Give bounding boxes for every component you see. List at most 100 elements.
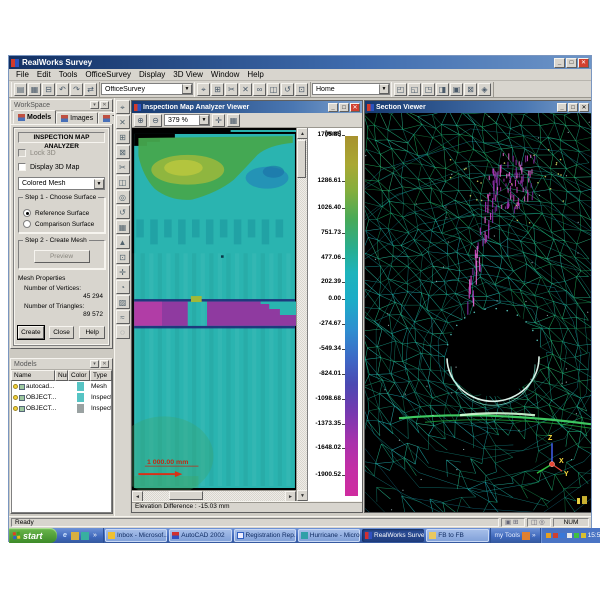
rotate-tool-icon[interactable]: ↺ — [116, 205, 130, 219]
tray-icon[interactable] — [553, 533, 558, 538]
mesh-tool-icon[interactable]: ▦ — [116, 220, 130, 234]
select-icon[interactable]: ⊞ — [211, 83, 224, 96]
clear-icon[interactable]: ✕ — [239, 83, 252, 96]
nav-combo[interactable]: Home ▼ — [312, 83, 390, 95]
minimize-button[interactable]: _ — [328, 103, 338, 112]
bulb-icon[interactable] — [13, 406, 18, 411]
taskbar-task-button[interactable]: Registration Rep... — [234, 529, 296, 542]
tool-icon[interactable] — [522, 532, 530, 540]
model-row[interactable]: OBJECT...Inspectio — [12, 403, 111, 414]
cut-plane-icon[interactable]: ✂ — [225, 83, 238, 96]
link-icon[interactable]: ∞ — [253, 83, 266, 96]
column-type[interactable]: Type — [90, 370, 112, 381]
tab[interactable]: Models — [13, 110, 56, 124]
taskbar-task-button[interactable]: FB to FB — [426, 529, 488, 542]
tray-icon[interactable] — [560, 533, 565, 538]
taskbar-task-button[interactable]: Hurricane - Micro... — [298, 529, 360, 542]
tray-icon[interactable] — [574, 533, 579, 538]
model-row[interactable]: OBJECT...Inspectio — [12, 392, 111, 403]
column-name[interactable]: Name — [11, 370, 55, 381]
split-icon[interactable]: ◨ — [436, 83, 449, 96]
save-icon[interactable]: ▦ — [28, 83, 41, 96]
measure-icon[interactable]: ◫ — [267, 83, 280, 96]
menu-item[interactable]: OfficeSurvey — [81, 70, 135, 79]
tab[interactable]: Images — [56, 112, 98, 124]
refresh-icon[interactable]: ⇄ — [84, 83, 97, 96]
delete-tool-icon[interactable]: ✕ — [116, 115, 130, 129]
menu-item[interactable]: 3D View — [169, 70, 207, 79]
model-row[interactable]: autocad...Mesh — [12, 381, 111, 392]
orbit-icon[interactable]: ↺ — [281, 83, 294, 96]
marker-tool-icon[interactable]: ▲ — [116, 235, 130, 249]
menu-item[interactable]: Tools — [55, 70, 82, 79]
chevron-down-icon[interactable]: ▼ — [94, 179, 104, 189]
zoom-level-combo[interactable]: 379 % ▼ — [164, 114, 210, 126]
close-button[interactable]: Close — [49, 326, 75, 339]
column-color[interactable]: Color — [68, 370, 90, 381]
bulb-icon[interactable] — [13, 395, 18, 400]
taskbar-task-button[interactable]: RealWorks Survey — [362, 529, 424, 542]
menu-item[interactable]: File — [12, 70, 33, 79]
mode-combo[interactable]: OfficeSurvey ▼ — [101, 83, 193, 95]
display-3d-map-checkbox[interactable] — [18, 163, 26, 171]
close-all-icon[interactable]: ⊠ — [464, 83, 477, 96]
dot-tool-icon[interactable]: ◌ — [116, 325, 130, 339]
ie-icon[interactable]: e — [61, 532, 69, 540]
menu-item[interactable]: Window — [207, 70, 243, 79]
views-icon[interactable]: ▣ — [450, 83, 463, 96]
target-icon[interactable]: ⌖ — [197, 83, 210, 96]
move-tool-icon[interactable]: ✛ — [116, 265, 130, 279]
desktop-icon[interactable] — [71, 532, 79, 540]
undo-icon[interactable]: ↶ — [56, 83, 69, 96]
create-button[interactable]: Create — [18, 326, 44, 339]
more-icons-chevron[interactable]: » — [532, 532, 536, 539]
minimize-button[interactable]: _ — [554, 58, 565, 68]
scrollbar-thumb[interactable] — [169, 491, 203, 500]
help-mode-icon[interactable]: ◈ — [478, 83, 491, 96]
clock-tool-icon[interactable]: ◔ — [116, 280, 130, 294]
segment-tool-icon[interactable]: ⊠ — [116, 145, 130, 159]
tray-icon[interactable] — [546, 533, 551, 538]
tile-icon[interactable]: ◱ — [408, 83, 421, 96]
chevron-down-icon[interactable]: ▼ — [379, 84, 389, 94]
close-icon[interactable]: ✕ — [100, 360, 109, 368]
redo-icon[interactable]: ↷ — [70, 83, 83, 96]
maximize-button[interactable]: □ — [339, 103, 349, 112]
pin-icon[interactable]: ▾ — [90, 360, 99, 368]
more-icons-chevron[interactable]: » — [91, 532, 99, 540]
maximize-button[interactable]: □ — [566, 58, 577, 68]
close-button[interactable]: ✕ — [578, 58, 589, 68]
fit-tool-icon[interactable]: ⊡ — [116, 250, 130, 264]
scrollbar-thumb[interactable] — [297, 140, 306, 178]
tray-icon[interactable] — [581, 533, 586, 538]
zoom-fit-icon[interactable]: ⊡ — [295, 83, 308, 96]
taskbar-task-button[interactable]: AutoCAD 2002 — [169, 529, 231, 542]
close-button[interactable]: ✕ — [350, 103, 360, 112]
sample-tool-icon[interactable]: ◎ — [116, 190, 130, 204]
grid-tool-icon[interactable]: ⊞ — [116, 130, 130, 144]
close-icon[interactable]: ✕ — [100, 101, 109, 109]
grid-icon[interactable]: ▦ — [227, 114, 240, 127]
pin-icon[interactable]: ▾ — [90, 101, 99, 109]
mesh-type-select[interactable]: Colored Mesh ▼ — [18, 177, 105, 190]
inspection-map-canvas[interactable]: 1 000.00 mm — [132, 128, 296, 490]
menu-item[interactable]: Edit — [33, 70, 55, 79]
bulb-icon[interactable] — [13, 384, 18, 389]
wave-tool-icon[interactable]: ≈ — [116, 310, 130, 324]
zoom-out-icon[interactable]: ⊖ — [149, 114, 162, 127]
close-button[interactable]: ✕ — [579, 103, 589, 112]
zoom-in-icon[interactable]: ⊕ — [134, 114, 147, 127]
help-button[interactable]: Help — [79, 326, 105, 339]
tray-icon[interactable] — [567, 533, 572, 538]
taskbar-task-button[interactable]: Inbox - Microsof... — [105, 529, 167, 542]
cascade-icon[interactable]: ◰ — [394, 83, 407, 96]
maximize-button[interactable]: □ — [568, 103, 578, 112]
pointer-tool-icon[interactable]: ⌖ — [116, 100, 130, 114]
minimize-button[interactable]: _ — [557, 103, 567, 112]
print-icon[interactable]: ⊟ — [42, 83, 55, 96]
comparison-surface-radio[interactable] — [23, 220, 31, 228]
menu-item[interactable]: Help — [243, 70, 267, 79]
chevron-down-icon[interactable]: ▼ — [182, 84, 192, 94]
chevron-down-icon[interactable]: ▼ — [199, 115, 209, 125]
start-button[interactable]: start — [9, 528, 57, 543]
